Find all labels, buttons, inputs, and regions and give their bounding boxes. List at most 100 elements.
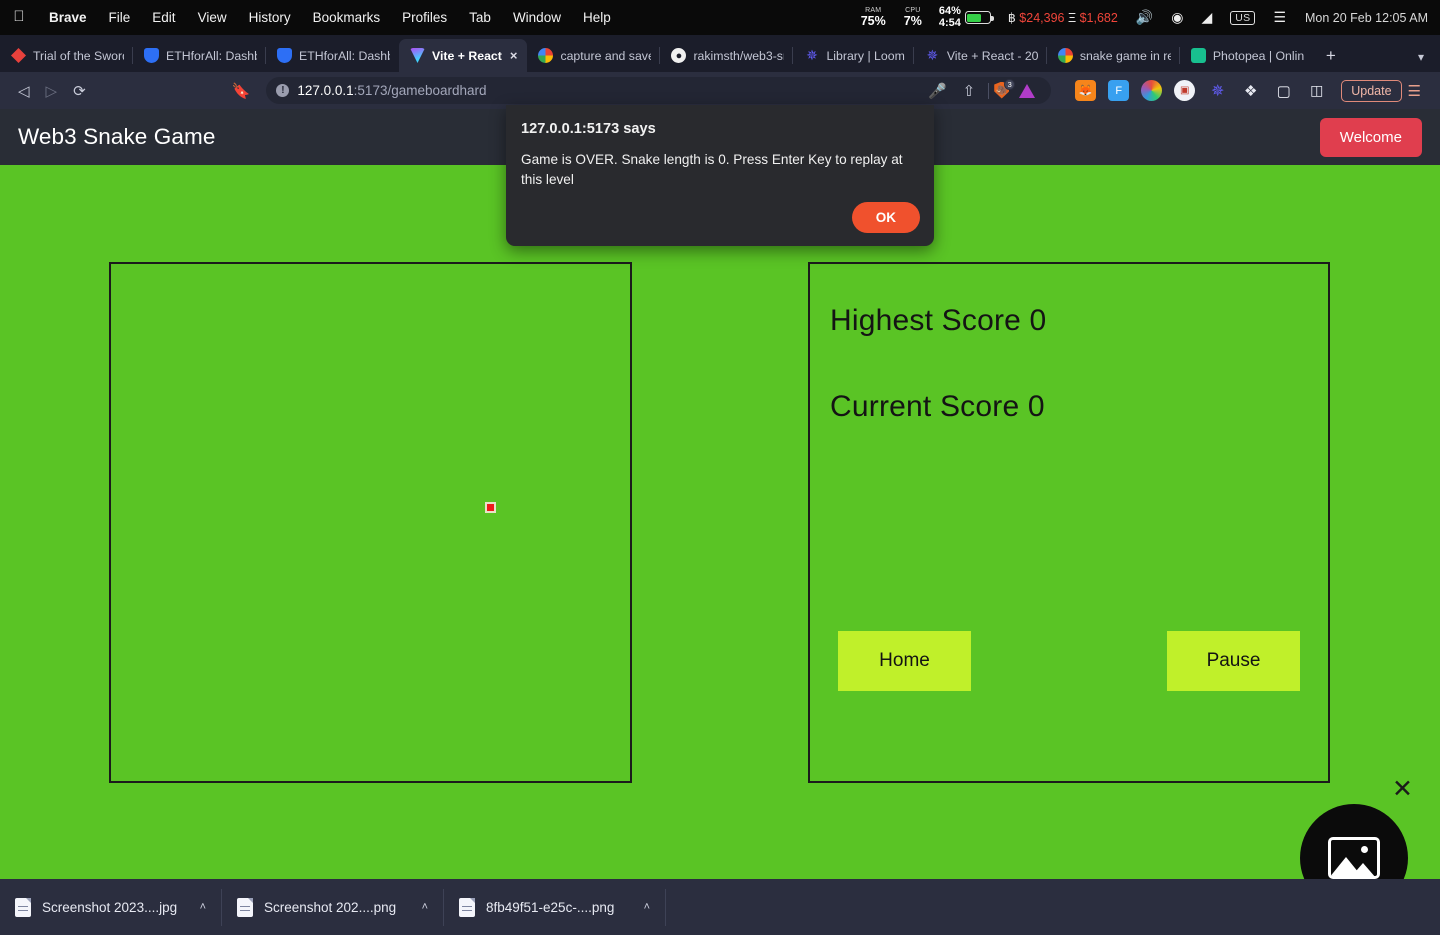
forward-arrow-icon[interactable]: ▷	[38, 82, 66, 100]
download-file-name: 8fb49f51-e25c-....png	[486, 899, 615, 915]
loom-extension-icon[interactable]: ✵	[1207, 80, 1228, 101]
macos-status-area: RAM 75% CPU 7% 64% 4:54 ฿ $24,396 Ξ $1,6…	[852, 4, 1440, 29]
browser-tab-6[interactable]: ✵ Library | Loom	[792, 39, 913, 72]
tab-label: Trial of the Sword	[33, 48, 124, 63]
sidebar-panel-icon[interactable]: ▢	[1273, 80, 1294, 101]
google-icon	[538, 48, 554, 63]
file-icon	[237, 897, 253, 917]
image-placeholder-icon	[1328, 837, 1380, 879]
wallet-icon[interactable]: ◫	[1306, 80, 1327, 101]
blue-shield-icon	[277, 48, 292, 63]
menu-item-window[interactable]: Window	[502, 10, 572, 25]
keyboard-layout-icon[interactable]: US	[1230, 10, 1256, 25]
btc-price: $24,396	[1019, 11, 1065, 25]
control-center-play-icon[interactable]: ◉	[1162, 9, 1192, 26]
brave-shield-icon[interactable]: 🦣 3	[994, 78, 1016, 100]
menu-item-file[interactable]: File	[98, 10, 142, 25]
close-x-icon[interactable]: ✕	[1392, 777, 1413, 802]
figma-extension-icon[interactable]: F	[1108, 80, 1130, 101]
cpu-status[interactable]: CPU 7%	[895, 7, 931, 27]
btc-symbol: ฿	[1007, 11, 1016, 25]
browser-tab-4[interactable]: capture and save	[527, 39, 660, 72]
photopea-icon	[1190, 48, 1206, 63]
browser-tab-strip: Trial of the Sword ETHforAll: Dashbo ETH…	[0, 35, 1440, 72]
chevron-up-icon[interactable]: ˄	[644, 901, 650, 913]
apple-logo-icon[interactable]: 	[0, 9, 38, 27]
pause-button[interactable]: Pause	[1167, 631, 1300, 691]
address-bar[interactable]: ! 127.0.0.1:5173/gameboardhard 🎤 ⇧ 🦣 3	[266, 77, 1052, 104]
reload-icon[interactable]: ⟳	[65, 82, 94, 100]
welcome-button[interactable]: Welcome	[1319, 117, 1422, 157]
browser-tab-7[interactable]: ✵ Vite + React - 20	[912, 39, 1047, 72]
back-arrow-icon[interactable]: ◁	[10, 82, 38, 100]
brave-rewards-triangle-icon[interactable]	[1011, 83, 1043, 98]
battery-readout: 64% 4:54	[938, 4, 961, 29]
microphone-icon[interactable]: 🎤	[920, 82, 955, 100]
google-icon	[1057, 48, 1073, 63]
browser-tab-2[interactable]: ETHforAll: Dashbo	[265, 39, 399, 72]
macos-menu-bar:  Brave File Edit View History Bookmarks…	[0, 0, 1440, 35]
red-diamond-icon	[11, 48, 26, 63]
browser-toolbar: ◁ ▷ ⟳ 🔖 ! 127.0.0.1:5173/gameboardhard 🎤…	[0, 72, 1440, 109]
hamburger-menu-icon[interactable]: ☰	[1402, 82, 1430, 100]
calendar-extension-icon[interactable]: ▣	[1174, 80, 1196, 101]
eth-price: $1,682	[1079, 11, 1118, 25]
volume-icon[interactable]: 🔊	[1127, 9, 1162, 26]
menu-item-help[interactable]: Help	[572, 10, 622, 25]
tab-label: Library | Loom	[826, 48, 905, 63]
metamask-extension-icon[interactable]: 🦊	[1075, 80, 1097, 101]
info-circle-icon[interactable]: !	[276, 84, 290, 97]
share-icon[interactable]: ⇧	[955, 82, 984, 100]
browser-tab-3-active[interactable]: Vite + React ×	[399, 39, 528, 72]
new-tab-button[interactable]: +	[1313, 46, 1349, 72]
game-controls: Home Pause	[838, 631, 1300, 691]
chevron-down-icon[interactable]: ▾	[1418, 50, 1440, 72]
browser-tab-1[interactable]: ETHforAll: Dashbo	[132, 39, 266, 72]
browser-tab-0[interactable]: Trial of the Sword	[0, 39, 133, 72]
puzzle-extensions-icon[interactable]: ❖	[1240, 80, 1261, 101]
menu-item-brave[interactable]: Brave	[38, 10, 98, 25]
menu-item-tab[interactable]: Tab	[458, 10, 502, 25]
menubar-clock[interactable]: Mon 20 Feb 12:05 AM	[1295, 11, 1428, 25]
control-center-icon[interactable]: ☰	[1264, 9, 1295, 26]
divider	[988, 82, 990, 99]
battery-status[interactable]: 64% 4:54	[931, 4, 999, 29]
home-button[interactable]: Home	[838, 631, 971, 691]
browser-tab-9[interactable]: Photopea | Online	[1178, 39, 1313, 72]
wifi-icon[interactable]: ◢	[1192, 9, 1221, 26]
ram-status[interactable]: RAM 75%	[852, 7, 895, 27]
download-shelf: Screenshot 2023....jpg ˄ Screenshot 202.…	[0, 879, 1440, 935]
update-button[interactable]: Update	[1341, 79, 1402, 102]
menu-item-bookmarks[interactable]: Bookmarks	[302, 10, 392, 25]
screenshot-capture-button[interactable]	[1300, 804, 1408, 879]
dialog-title: 127.0.0.1:5173 says	[521, 121, 656, 137]
download-item-1[interactable]: Screenshot 202....png ˄	[222, 888, 444, 926]
cpu-value: 7%	[903, 13, 922, 28]
javascript-alert-dialog[interactable]: 127.0.0.1:5173 says Game is OVER. Snake …	[506, 105, 934, 246]
tab-label: snake game in rea	[1079, 48, 1171, 63]
browser-tab-5[interactable]: ● rakimsth/web3-sn	[659, 39, 793, 72]
crypto-ticker[interactable]: ฿ $24,396 Ξ $1,682	[999, 10, 1127, 25]
browser-tab-8[interactable]: snake game in rea	[1045, 39, 1180, 72]
menu-item-profiles[interactable]: Profiles	[391, 10, 458, 25]
close-tab-icon[interactable]: ×	[509, 48, 519, 63]
dialog-ok-button[interactable]: OK	[851, 202, 920, 233]
ram-value: 75%	[860, 13, 886, 28]
tab-label: Photopea | Online	[1212, 48, 1304, 63]
download-file-name: Screenshot 2023....jpg	[42, 899, 178, 915]
color-picker-extension-icon[interactable]	[1141, 80, 1163, 101]
bookmark-icon[interactable]: 🔖	[224, 82, 259, 100]
chevron-up-icon[interactable]: ˄	[200, 901, 206, 913]
battery-percent: 64%	[938, 4, 961, 17]
extension-icons: 🦊 F ▣ ✵ ❖ ▢ ◫	[1055, 80, 1333, 101]
chevron-up-icon[interactable]: ˄	[422, 901, 428, 913]
menu-item-history[interactable]: History	[238, 10, 302, 25]
menu-item-view[interactable]: View	[187, 10, 238, 25]
menu-item-edit[interactable]: Edit	[141, 10, 186, 25]
game-stage: Highest Score 0 Current Score 0 Home Pau…	[0, 165, 1440, 879]
snake-game-board[interactable]	[109, 262, 632, 783]
file-icon	[459, 897, 475, 917]
download-item-0[interactable]: Screenshot 2023....jpg ˄	[0, 888, 222, 926]
loom-icon: ✵	[806, 47, 818, 63]
download-item-2[interactable]: 8fb49f51-e25c-....png ˄	[444, 888, 666, 926]
